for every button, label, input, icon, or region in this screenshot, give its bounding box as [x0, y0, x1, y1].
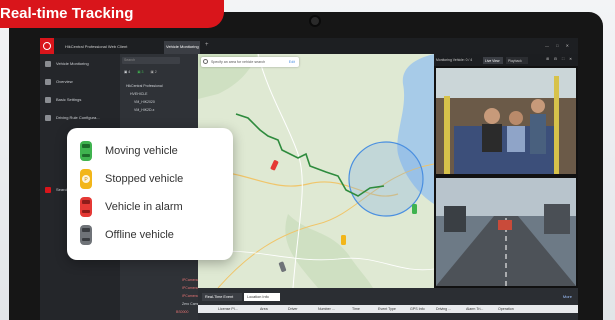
event-table-header: License Pl... Area Driver Number ... Tim… — [198, 305, 578, 313]
column-header[interactable]: License Pl... — [218, 307, 238, 311]
legend-item-moving: Moving vehicle — [79, 140, 229, 162]
column-header[interactable]: GPS Info — [410, 307, 425, 311]
vehicle-icon — [45, 61, 51, 67]
monitoring-status: Monitoring Vehicle: 0 / 4 — [436, 58, 473, 62]
bus-pole — [554, 76, 559, 174]
tree-node[interactable]: VM_HIK2020 — [134, 100, 155, 104]
search-area-circle[interactable] — [348, 141, 424, 217]
bus-pole — [444, 96, 450, 174]
stopped-vehicle-marker[interactable] — [341, 235, 346, 245]
column-header[interactable]: Area — [260, 307, 268, 311]
feature-banner: Real-time Tracking — [0, 0, 224, 28]
more-button[interactable]: More — [563, 294, 572, 299]
passenger — [507, 126, 525, 152]
map-search-button[interactable]: Edit — [289, 60, 295, 64]
map-canvas — [198, 54, 434, 288]
count-value: 3 — [141, 70, 144, 74]
tab-location-info[interactable]: Location Info — [244, 293, 280, 301]
tree-node[interactable]: HikCentral Professional — [126, 84, 163, 88]
count-value: 4 — [128, 70, 131, 74]
tab-vehicle-monitoring[interactable]: Vehicle Monitoring — [164, 41, 200, 54]
playback-button[interactable]: Playback — [506, 57, 528, 64]
passenger — [531, 99, 545, 113]
count-value: 2 — [154, 70, 157, 74]
sidebar-item-vehicle-monitoring[interactable]: Vehicle Monitoring — [40, 58, 120, 70]
event-panel: Real-Time Event Location Info More Licen… — [198, 288, 578, 320]
map-search-box[interactable]: Specify an area for vehicle search Edit — [201, 57, 299, 67]
column-header[interactable]: Driving ... — [436, 307, 451, 311]
search-icon — [45, 187, 51, 193]
tree-node[interactable]: HVEHICLE — [130, 92, 148, 96]
passenger — [530, 114, 546, 154]
roadside-building — [444, 206, 466, 232]
passenger — [509, 111, 523, 125]
offline-vehicle-icon — [80, 225, 92, 245]
moving-vehicle-icon — [80, 141, 92, 161]
map-view[interactable]: Specify an area for vehicle search Edit — [198, 54, 434, 288]
passenger — [482, 124, 502, 152]
legend-item-stopped: P Stopped vehicle — [79, 168, 229, 190]
alarm-vehicle-icon — [80, 197, 92, 217]
rule-icon — [45, 115, 51, 121]
tree-node[interactable]: VM_HIK2D-x — [134, 108, 154, 112]
video-toolbar: Monitoring Vehicle: 0 / 4 Live View Play… — [434, 54, 578, 66]
banner-title: Real-time Tracking — [0, 5, 134, 22]
tree-search-input[interactable]: Search — [122, 57, 180, 64]
add-tab-button[interactable]: + — [205, 42, 209, 48]
grid-icon — [45, 79, 51, 85]
stopped-vehicle-icon: P — [80, 169, 92, 189]
marketing-stage: Real-time Tracking HikCentral Profession… — [0, 0, 615, 320]
roadside-building — [544, 204, 570, 234]
vehicle-count-bar: ▣ 4 ▣ 3 ▣ 2 — [124, 70, 194, 78]
webcam-icon — [309, 15, 321, 27]
search-icon — [203, 59, 208, 64]
sidebar-item-basic-settings[interactable]: Basic Settings — [40, 94, 120, 106]
video-feeds — [436, 68, 576, 286]
count-online[interactable]: ▣ 3 — [137, 70, 143, 74]
legend-label: Offline vehicle — [105, 229, 174, 241]
sidebar-item-label: Driving Rule Configura... — [56, 115, 100, 120]
app-name: HikCentral Professional Web Client — [65, 44, 128, 49]
column-header[interactable]: Operation — [498, 307, 514, 311]
sidebar-item-driving-rules[interactable]: Driving Rule Configura... — [40, 112, 120, 124]
legend-item-offline: Offline vehicle — [79, 224, 229, 246]
legend-label: Vehicle in alarm — [105, 201, 183, 213]
sidebar-item-label: Overview — [56, 79, 73, 84]
app-logo — [40, 38, 54, 54]
column-header[interactable]: Number ... — [318, 307, 335, 311]
tree-node[interactable]: BS0000 — [176, 310, 188, 314]
sidebar-item-label: Vehicle Monitoring — [56, 61, 89, 66]
vehicle-status-legend: Moving vehicle P Stopped vehicle Vehicle… — [67, 128, 233, 260]
video-pane: Monitoring Vehicle: 0 / 4 Live View Play… — [434, 54, 578, 288]
car-ahead — [498, 220, 512, 230]
legend-label: Stopped vehicle — [105, 173, 184, 185]
map-search-placeholder: Specify an area for vehicle search — [211, 60, 266, 64]
sidebar-item-label: Basic Settings — [56, 97, 82, 102]
title-bar: HikCentral Professional Web Client Vehic… — [40, 38, 578, 54]
sidebar-item-overview[interactable]: Overview — [40, 76, 120, 88]
hik-logo-icon — [43, 42, 51, 50]
column-header[interactable]: Event Type — [378, 307, 396, 311]
count-offline[interactable]: ▣ 2 — [150, 70, 156, 74]
window-controls[interactable]: — □ ✕ — [545, 43, 572, 48]
column-header[interactable]: Driver — [288, 307, 298, 311]
legend-item-alarm: Vehicle in alarm — [79, 196, 229, 218]
legend-label: Moving vehicle — [105, 145, 178, 157]
live-view-button[interactable]: Live View — [483, 57, 503, 64]
column-header[interactable]: Alarm Tri... — [466, 307, 483, 311]
column-header[interactable]: Time — [352, 307, 360, 311]
count-all[interactable]: ▣ 4 — [124, 70, 130, 74]
moving-vehicle-marker[interactable] — [412, 204, 417, 214]
tab-realtime-event[interactable]: Real-Time Event — [202, 293, 242, 301]
gear-icon — [45, 97, 51, 103]
passenger — [484, 108, 500, 124]
layout-icons[interactable]: ⊞ ⊟ ⛶ ✕ — [546, 57, 574, 61]
